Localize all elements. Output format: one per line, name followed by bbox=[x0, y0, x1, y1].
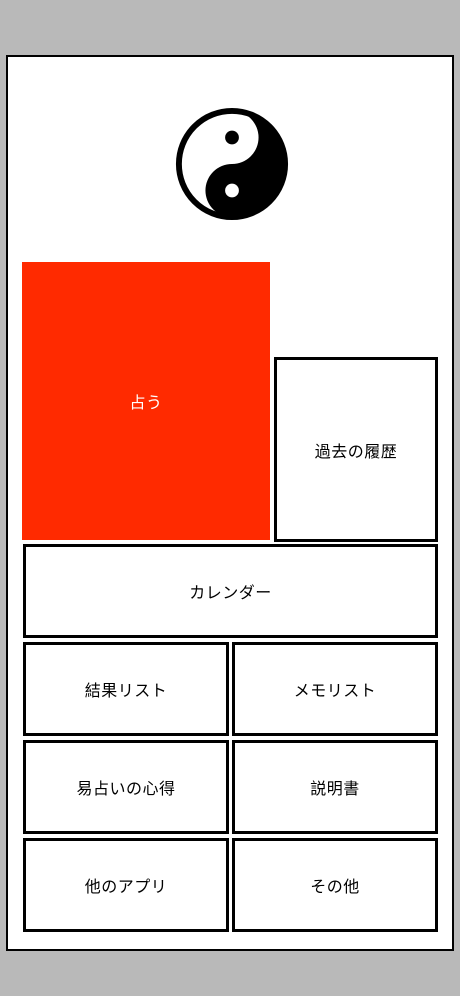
other-apps-button[interactable]: 他のアプリ bbox=[23, 838, 229, 932]
yin-yang-icon bbox=[175, 107, 289, 221]
other-apps-button-label: 他のアプリ bbox=[84, 877, 168, 896]
divine-button[interactable]: 占う bbox=[22, 262, 270, 540]
manual-button[interactable]: 説明書 bbox=[232, 740, 438, 834]
tips-button-label: 易占いの心得 bbox=[76, 779, 176, 798]
other-button-label: その他 bbox=[310, 877, 360, 896]
history-button[interactable]: 過去の履歴 bbox=[274, 357, 438, 542]
tips-button[interactable]: 易占いの心得 bbox=[23, 740, 229, 834]
app-screen: 占う 過去の履歴 カレンダー 結果リスト メモリスト 易占いの心得 説明書 他の… bbox=[6, 55, 454, 951]
divine-button-label: 占う bbox=[129, 393, 163, 412]
calendar-button[interactable]: カレンダー bbox=[23, 544, 438, 638]
result-list-button-label: 結果リスト bbox=[84, 681, 168, 700]
calendar-button-label: カレンダー bbox=[189, 583, 272, 602]
history-button-label: 過去の履歴 bbox=[314, 441, 398, 461]
result-list-button[interactable]: 結果リスト bbox=[23, 642, 229, 736]
memo-list-button[interactable]: メモリスト bbox=[232, 642, 438, 736]
manual-button-label: 説明書 bbox=[310, 779, 360, 798]
other-button[interactable]: その他 bbox=[232, 838, 438, 932]
memo-list-button-label: メモリスト bbox=[293, 681, 377, 700]
